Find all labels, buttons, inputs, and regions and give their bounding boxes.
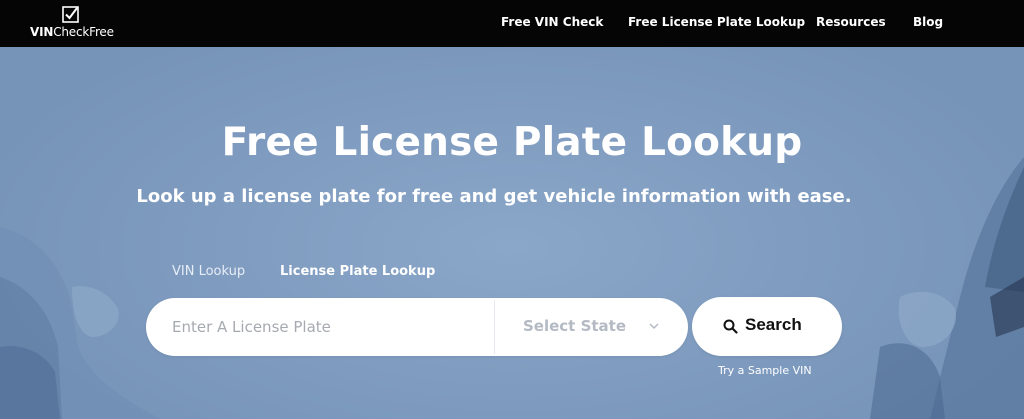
hero-background-cars <box>0 157 1024 419</box>
chevron-down-icon <box>649 323 659 330</box>
logo[interactable]: VINCheckFree <box>30 6 120 42</box>
nav-resources[interactable]: Resources <box>816 15 886 29</box>
page-subtitle: Look up a license plate for free and get… <box>136 186 852 207</box>
checkbox-icon <box>62 6 79 23</box>
nav-free-license-plate-lookup[interactable]: Free License Plate Lookup <box>628 15 805 29</box>
logo-text: VINCheckFree <box>30 25 114 39</box>
state-select[interactable]: Select State <box>495 298 688 356</box>
try-sample-vin-link[interactable]: Try a Sample VIN <box>718 364 812 377</box>
logo-text-bold: VIN <box>30 25 54 39</box>
top-navbar: VINCheckFree Free VIN Check Free License… <box>0 0 1024 47</box>
nav-free-vin-check[interactable]: Free VIN Check <box>501 15 603 29</box>
tab-vin-lookup[interactable]: VIN Lookup <box>172 264 245 279</box>
state-select-value: Select State <box>523 317 627 335</box>
search-icon <box>723 319 738 334</box>
tab-license-plate-lookup[interactable]: License Plate Lookup <box>280 264 435 279</box>
search-button-label: Search <box>745 315 802 334</box>
page-title: Free License Plate Lookup <box>221 120 803 165</box>
logo-text-regular: CheckFree <box>53 25 114 39</box>
license-plate-input[interactable] <box>172 298 492 356</box>
nav-blog[interactable]: Blog <box>913 15 943 29</box>
search-form: Select State <box>146 298 688 356</box>
hero-section: Free License Plate Lookup Look up a lice… <box>0 47 1024 419</box>
search-button[interactable]: Search <box>692 297 842 356</box>
